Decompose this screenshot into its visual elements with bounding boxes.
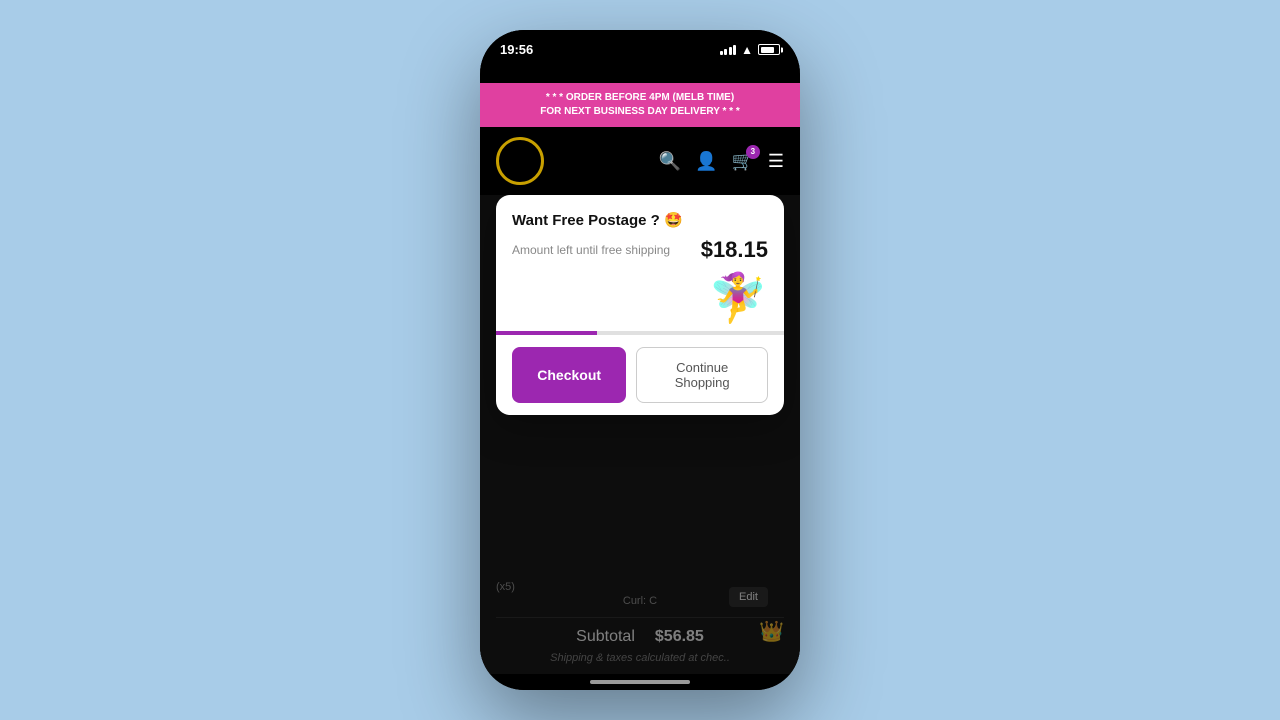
status-time: 19:56 (500, 42, 533, 57)
signal-icon (720, 45, 737, 55)
cart-icon[interactable]: 🛒 3 (731, 151, 753, 172)
menu-icon[interactable]: ☰ (768, 151, 784, 172)
character-illustration: 🧚‍♀️ (708, 275, 768, 323)
character-area: 🧚‍♀️ (512, 271, 768, 331)
logo (496, 137, 544, 185)
shipping-amount: $18.15 (701, 237, 768, 263)
cart-badge: 3 (746, 145, 760, 159)
home-bar (590, 680, 690, 684)
phone-screen: 19:56 ▲ * * * ORDER BEFORE 4PM (MELB TIM… (480, 30, 800, 690)
promo-banner: * * * ORDER BEFORE 4PM (MELB TIME) FOR N… (480, 83, 800, 127)
shipping-info: Amount left until free shipping $18.15 (512, 237, 768, 263)
home-indicator (480, 674, 800, 690)
checkout-button[interactable]: Checkout (512, 347, 626, 403)
main-content: (x5) Edit Curl: C Subtotal $56.85 Shippi… (480, 195, 800, 674)
wifi-icon: ▲ (741, 43, 753, 57)
status-bar: 19:56 ▲ (480, 30, 800, 61)
status-icons: ▲ (720, 43, 780, 57)
phone-frame: 19:56 ▲ * * * ORDER BEFORE 4PM (MELB TIM… (480, 30, 800, 690)
continue-shopping-button[interactable]: Continue Shopping (636, 347, 768, 403)
header: 🔍 👤 🛒 3 ☰ (480, 127, 800, 195)
modal-body: Want Free Postage ? 🤩 Amount left until … (496, 195, 784, 331)
header-icons: 🔍 👤 🛒 3 ☰ (659, 151, 784, 172)
notch (575, 61, 705, 83)
free-postage-modal: Want Free Postage ? 🤩 Amount left until … (496, 195, 784, 415)
modal-title: Want Free Postage ? 🤩 (512, 211, 768, 229)
shipping-label: Amount left until free shipping (512, 243, 670, 257)
modal-buttons: Checkout Continue Shopping (496, 335, 784, 415)
search-icon[interactable]: 🔍 (659, 151, 681, 172)
battery-icon (758, 44, 780, 55)
account-icon[interactable]: 👤 (695, 151, 717, 172)
modal-overlay: Want Free Postage ? 🤩 Amount left until … (480, 195, 800, 674)
